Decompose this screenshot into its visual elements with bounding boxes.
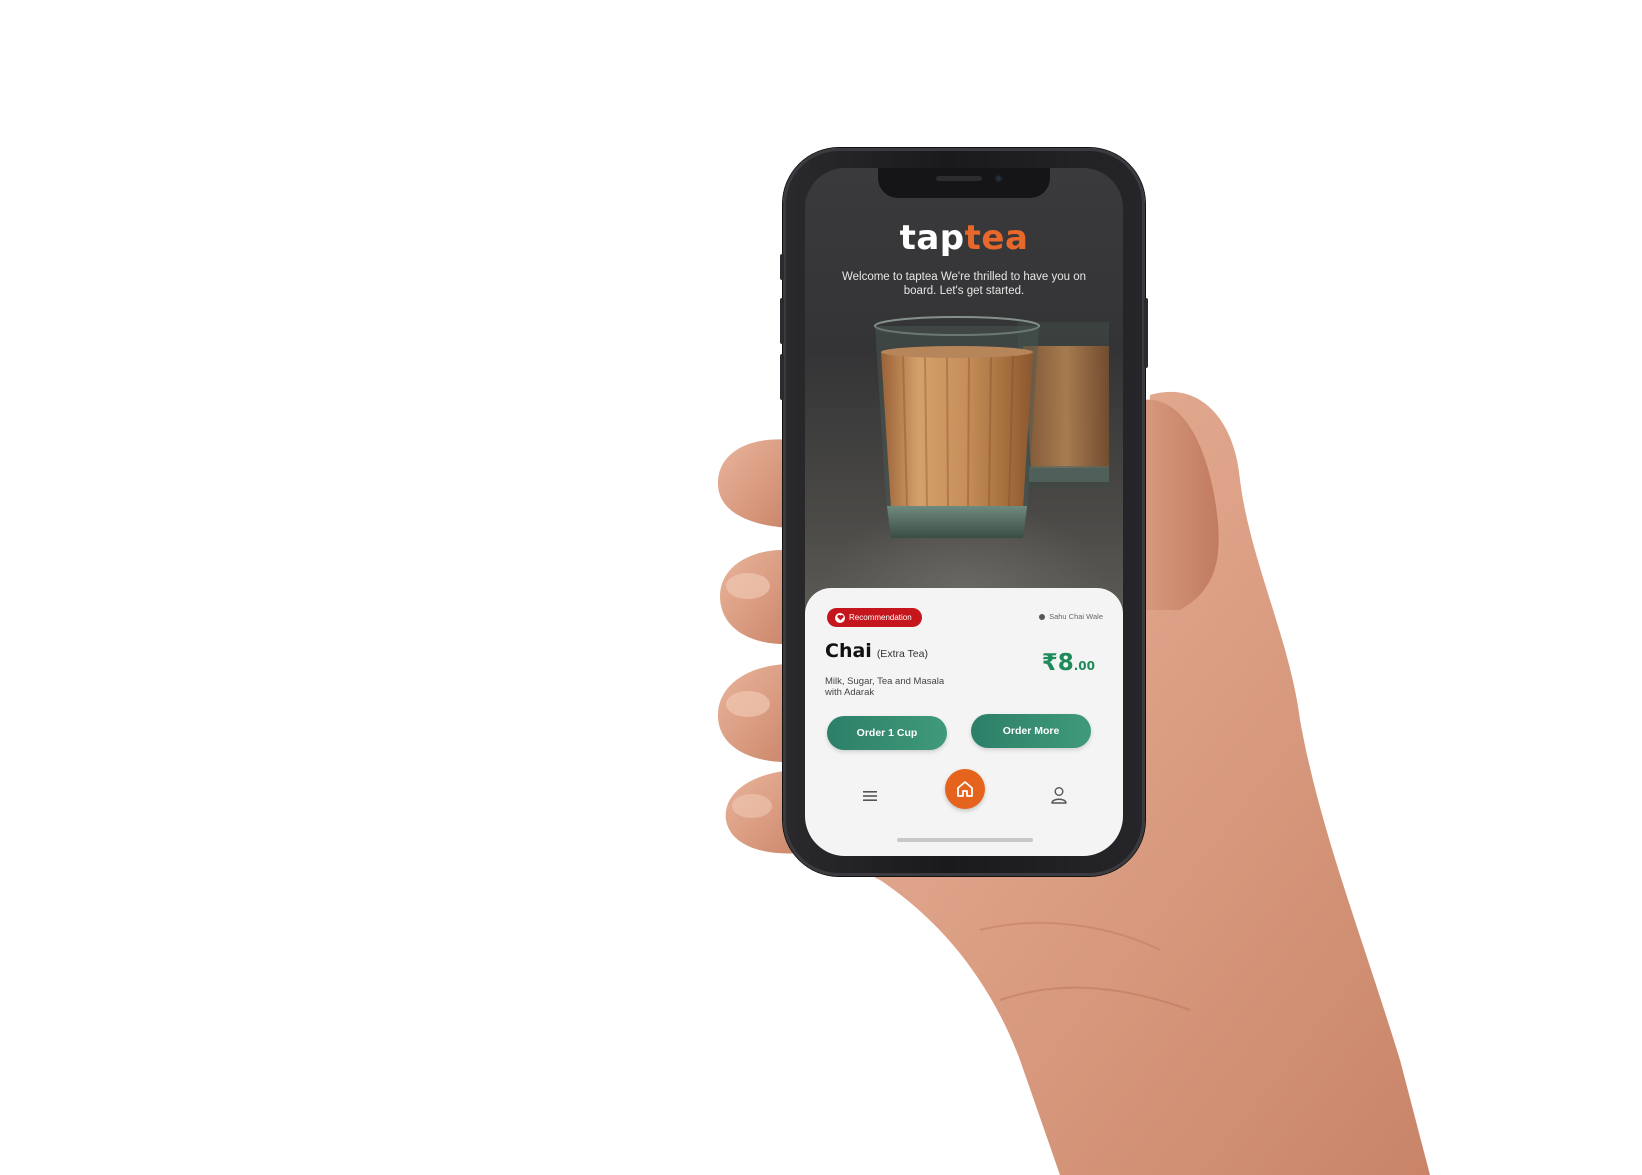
vendor-name: Sahu Chai Wale bbox=[1049, 612, 1103, 621]
price-main: ₹8 bbox=[1041, 650, 1074, 676]
item-description: Milk, Sugar, Tea and Masala with Adarak bbox=[825, 676, 945, 698]
chai-glass-image bbox=[874, 316, 1040, 538]
heart-icon bbox=[835, 612, 845, 623]
earpiece-speaker bbox=[936, 176, 982, 181]
notch bbox=[878, 168, 1050, 198]
front-camera bbox=[994, 174, 1003, 183]
badge-label: Recommendation bbox=[849, 613, 912, 622]
device-mockup-scene: taptea Welcome to taptea We're thrilled … bbox=[0, 0, 1642, 1175]
price-decimal: .00 bbox=[1073, 659, 1095, 673]
power-button bbox=[1144, 298, 1148, 368]
bottom-nav bbox=[805, 766, 1123, 826]
menu-icon[interactable] bbox=[863, 791, 877, 801]
phone-frame: taptea Welcome to taptea We're thrilled … bbox=[780, 148, 1148, 876]
home-indicator bbox=[897, 838, 1033, 842]
phone-screen: taptea Welcome to taptea We're thrilled … bbox=[805, 168, 1123, 856]
item-title: Chai (Extra Tea) bbox=[825, 640, 928, 662]
vendor-dot-icon bbox=[1039, 613, 1046, 620]
item-name: Chai bbox=[825, 640, 872, 662]
hero-section: taptea Welcome to taptea We're thrilled … bbox=[805, 168, 1123, 628]
user-icon[interactable] bbox=[1050, 786, 1068, 804]
logo-tap: tap bbox=[899, 218, 965, 258]
volume-down-button bbox=[780, 354, 784, 400]
volume-up-button bbox=[780, 298, 784, 344]
home-button[interactable] bbox=[945, 769, 985, 809]
app-logo: taptea bbox=[805, 218, 1123, 258]
welcome-message: Welcome to taptea We're thrilled to have… bbox=[841, 271, 1087, 297]
order-more-button[interactable]: Order More bbox=[971, 714, 1091, 748]
item-variant: (Extra Tea) bbox=[876, 648, 928, 660]
product-card: Recommendation Sahu Chai Wale Chai (Extr… bbox=[805, 588, 1123, 856]
recommendation-badge: Recommendation bbox=[827, 608, 922, 627]
order-one-cup-button[interactable]: Order 1 Cup bbox=[827, 716, 947, 750]
logo-tea: tea bbox=[964, 218, 1029, 258]
item-price: ₹8.00 bbox=[1042, 650, 1095, 676]
vendor-label: Sahu Chai Wale bbox=[1039, 612, 1103, 621]
mute-switch bbox=[780, 254, 784, 280]
home-icon bbox=[957, 781, 973, 797]
